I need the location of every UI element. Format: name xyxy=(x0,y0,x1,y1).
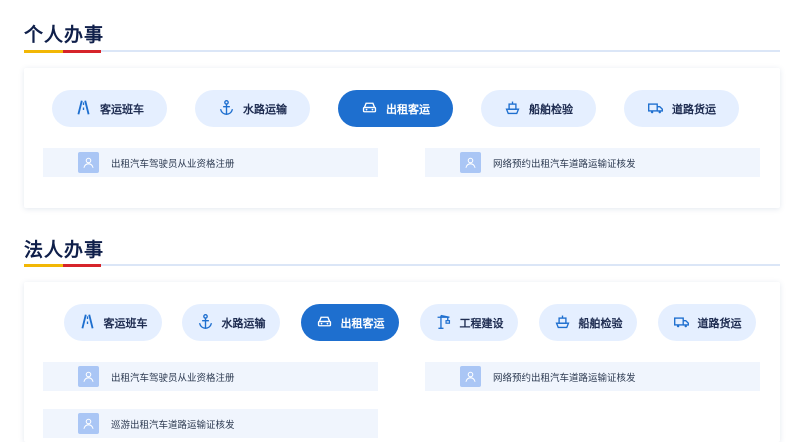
service-item-label: 出租汽车驾驶员从业资格注册 xyxy=(111,372,235,384)
category-road[interactable]: 客运班车 xyxy=(64,304,162,341)
taxi-icon xyxy=(316,313,333,333)
category-freight[interactable]: 道路货运 xyxy=(624,90,739,127)
anchor-icon xyxy=(218,99,235,119)
section-accent-bar xyxy=(24,50,101,53)
service-item[interactable]: 巡游出租汽车道路运输证核发 xyxy=(43,409,378,438)
corporate-card: 客运班车 水路运输 出租客运 工程建设 船舶检验 道路货运 出租汽车驾驶员从业资… xyxy=(24,282,780,442)
taxi-icon xyxy=(361,99,378,119)
category-waterway[interactable]: 水路运输 xyxy=(195,90,310,127)
section-title: 个人办事 xyxy=(24,24,105,46)
anchor-icon xyxy=(197,313,214,333)
service-item[interactable]: 出租汽车驾驶员从业资格注册 xyxy=(43,362,378,391)
category-label: 船舶检验 xyxy=(529,102,573,116)
truck-icon xyxy=(647,99,664,119)
category-label: 客运班车 xyxy=(100,102,144,116)
service-item-label: 网络预约出租汽车道路运输证核发 xyxy=(493,158,636,170)
person-icon xyxy=(460,366,481,387)
category-label: 水路运输 xyxy=(243,102,287,116)
personal-card: 客运班车 水路运输 出租客运 船舶检验 道路货运 出租汽车驾驶员从业资格注册 网… xyxy=(24,68,780,208)
person-icon xyxy=(78,152,99,173)
category-taxi[interactable]: 出租客运 xyxy=(301,304,399,341)
category-label: 出租客运 xyxy=(386,102,430,116)
category-ship-inspection[interactable]: 船舶检验 xyxy=(481,90,596,127)
ship-icon xyxy=(504,99,521,119)
category-label: 工程建设 xyxy=(459,316,504,330)
section-accent-bar xyxy=(24,264,101,267)
category-label: 道路货运 xyxy=(672,102,716,116)
person-icon xyxy=(78,413,99,434)
category-waterway[interactable]: 水路运输 xyxy=(182,304,280,341)
service-item[interactable]: 出租汽车驾驶员从业资格注册 xyxy=(43,148,378,177)
category-label: 道路货运 xyxy=(697,316,742,330)
category-construction[interactable]: 工程建设 xyxy=(420,304,518,341)
service-item[interactable]: 网络预约出租汽车道路运输证核发 xyxy=(425,148,760,177)
service-item-label: 出租汽车驾驶员从业资格注册 xyxy=(111,158,235,170)
road-icon xyxy=(75,99,92,119)
service-item[interactable]: 网络预约出租汽车道路运输证核发 xyxy=(425,362,760,391)
category-label: 船舶检验 xyxy=(578,316,623,330)
section-title: 法人办事 xyxy=(24,239,105,261)
section-divider xyxy=(24,50,780,52)
category-label: 出租客运 xyxy=(340,316,385,330)
service-item-label: 网络预约出租汽车道路运输证核发 xyxy=(493,372,636,384)
service-item-label: 巡游出租汽车道路运输证核发 xyxy=(111,419,235,431)
crane-icon xyxy=(435,313,452,333)
category-label: 水路运输 xyxy=(221,316,266,330)
person-icon xyxy=(460,152,481,173)
category-label: 客运班车 xyxy=(103,316,148,330)
truck-icon xyxy=(673,313,690,333)
category-ship-inspection[interactable]: 船舶检验 xyxy=(539,304,637,341)
ship-icon xyxy=(554,313,571,333)
category-taxi[interactable]: 出租客运 xyxy=(338,90,453,127)
road-icon xyxy=(79,313,96,333)
category-freight[interactable]: 道路货运 xyxy=(658,304,756,341)
category-road[interactable]: 客运班车 xyxy=(52,90,167,127)
person-icon xyxy=(78,366,99,387)
section-divider xyxy=(24,264,780,266)
